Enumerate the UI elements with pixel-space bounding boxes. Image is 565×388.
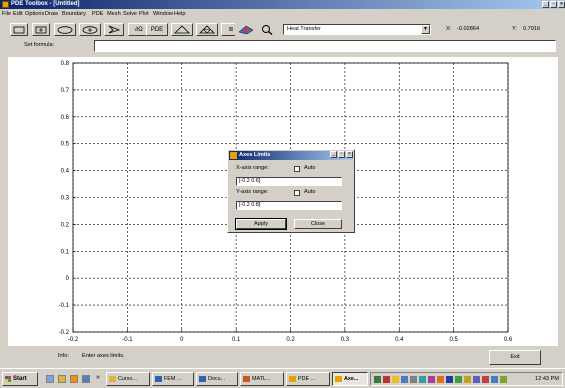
system-tray: 12:43 PM [370, 372, 563, 386]
matlab-icon [243, 376, 250, 382]
x-tick-label: -0.2 [68, 337, 79, 343]
tray-antivirus-icon[interactable] [455, 376, 462, 383]
task-button-pde[interactable]: PDE ... [286, 372, 330, 386]
task-label: Axe... [344, 376, 359, 382]
y-auto-label: Auto [304, 189, 316, 195]
start-button[interactable]: Start [2, 372, 38, 386]
quicklaunch-media-icon[interactable] [70, 375, 78, 383]
task-label: Curso... [118, 376, 137, 382]
x-tick-label: 0.1 [232, 337, 241, 343]
y-tick-label: 0 [66, 276, 70, 282]
document-icon [155, 376, 162, 382]
x-tick-label: 0.3 [341, 337, 350, 343]
x-auto-label: Auto [304, 165, 316, 171]
windows-flag-icon [5, 376, 11, 382]
folder-icon [109, 376, 116, 382]
x-tick-label: 0.2 [286, 337, 295, 343]
tray-volume-icon[interactable] [392, 376, 399, 383]
dialog-title: Axes Limits [239, 152, 271, 158]
tray-misc-icon[interactable] [500, 376, 507, 383]
tray-lang-icon[interactable] [446, 376, 453, 383]
x-auto-checkbox[interactable] [294, 166, 300, 172]
x-tick-label: 0.6 [504, 337, 513, 343]
dialog-minimize-button[interactable]: _ [330, 151, 337, 158]
tray-printer-icon[interactable] [410, 376, 417, 383]
tray-security-icon[interactable] [383, 376, 390, 383]
y-axis-range-label: Y-axis range: [236, 189, 269, 195]
y-tick-label: -0.1 [59, 303, 70, 309]
axes-limits-dialog: Axes Limits _ ▫ × X-axis range: Auto [-0… [227, 149, 355, 233]
quicklaunch-desktop-icon[interactable] [46, 375, 54, 383]
task-button-docu[interactable]: Docu... [196, 372, 238, 386]
tray-network-icon[interactable] [374, 376, 381, 383]
x-tick-label: 0 [180, 337, 184, 343]
dialog-close-button[interactable]: × [346, 151, 353, 158]
quicklaunch-browser-icon[interactable] [82, 375, 90, 383]
task-button-axes[interactable]: Axe... [332, 372, 368, 386]
x-axis-range-input[interactable]: [-0.2 0.6] [236, 177, 342, 186]
pde-app-icon [289, 376, 296, 382]
x-tick-label: -0.1 [122, 337, 133, 343]
quicklaunch-chevron[interactable]: » [96, 374, 100, 381]
dialog-maximize-button[interactable]: ▫ [338, 151, 345, 158]
y-tick-label: -0.2 [59, 330, 70, 336]
x-tick-label: 0.5 [449, 337, 458, 343]
task-button-fem[interactable]: FEM ... [152, 372, 194, 386]
taskbar: Start » Curso... FEM ... Docu... MATL...… [0, 368, 565, 388]
apply-button[interactable]: Apply [235, 218, 287, 230]
y-tick-label: 0.8 [61, 61, 70, 67]
y-tick-label: 0.6 [61, 115, 70, 121]
task-button-matlab[interactable]: MATL... [240, 372, 284, 386]
pde-app-icon [335, 376, 342, 382]
y-tick-label: 0.5 [61, 142, 70, 148]
tray-sync-icon[interactable] [419, 376, 426, 383]
tray-battery-icon[interactable] [464, 376, 471, 383]
quicklaunch-folder-icon[interactable] [58, 375, 66, 383]
task-button-curso[interactable]: Curso... [106, 372, 150, 386]
taskbar-clock: 12:43 PM [535, 376, 559, 382]
task-label: FEM ... [164, 376, 182, 382]
task-label: Docu... [208, 376, 226, 382]
task-label: MATL... [252, 376, 271, 382]
start-label: Start [13, 376, 27, 382]
x-tick-label: 0.4 [395, 337, 404, 343]
tray-app-icon[interactable] [428, 376, 435, 383]
dialog-close-action-button[interactable]: Close [294, 219, 342, 229]
exit-button[interactable]: Exit [489, 350, 541, 365]
y-tick-label: 0.1 [61, 249, 70, 255]
tray-alert-icon[interactable] [482, 376, 489, 383]
y-tick-label: 0.3 [61, 196, 70, 202]
y-axis-range-input[interactable]: [-0.2 0.8] [236, 201, 342, 210]
y-auto-checkbox[interactable] [294, 190, 300, 196]
task-label: PDE ... [298, 376, 316, 382]
x-axis-range-label: X-axis range: [236, 165, 269, 171]
info-message: Enter axes limits. [82, 353, 125, 359]
main-window: PDE Toolbox - [Untitled] _ ▫ × File Edit… [0, 0, 565, 368]
y-tick-label: 0.2 [61, 222, 70, 228]
tray-update-icon[interactable] [437, 376, 444, 383]
document-icon [199, 376, 206, 382]
tray-messenger-icon[interactable] [491, 376, 498, 383]
y-tick-label: 0.7 [61, 88, 70, 94]
info-label: Info: [58, 353, 69, 359]
tray-display-icon[interactable] [401, 376, 408, 383]
dialog-app-icon [230, 152, 237, 159]
y-tick-label: 0.4 [61, 169, 70, 175]
tray-bluetooth-icon[interactable] [473, 376, 480, 383]
